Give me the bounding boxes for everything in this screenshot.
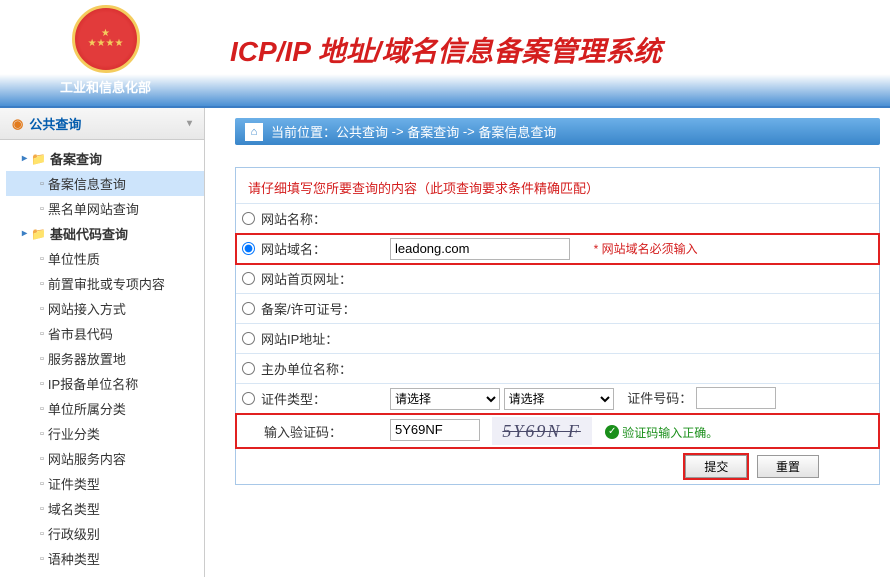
cert-type-select-2[interactable]: 请选择	[504, 388, 614, 410]
tree-item-blacklist[interactable]: ▫ 黑名单网站查询	[6, 196, 204, 221]
page-icon: ▫	[40, 428, 44, 440]
system-title: ICP/IP 地址/域名信息备案管理系统	[230, 30, 661, 70]
radio-site-domain[interactable]: 网站域名：	[242, 239, 378, 258]
chevron-down-icon: ▾	[187, 118, 192, 129]
page-icon: ▫	[40, 528, 44, 540]
nav-tree: ▸ 📁 备案查询 ▫ 备案信息查询 ▫ 黑名单网站查询 ▸ 📁 基础代码查询 ▫…	[0, 140, 204, 577]
radio-license-no[interactable]: 备案/许可证号：	[242, 299, 378, 318]
captcha-label: 输入验证码：	[264, 425, 342, 440]
tree-item-filing-info[interactable]: ▫ 备案信息查询	[6, 171, 204, 196]
radio-home-url[interactable]: 网站首页网址：	[242, 269, 378, 288]
cert-no-label: 证件号码：	[627, 391, 692, 406]
tree-item-server-location[interactable]: ▫服务器放置地	[6, 346, 204, 371]
instruction-text: 请仔细填写您所要查询的内容（此项查询要求条件精确匹配）	[236, 168, 879, 203]
tree-item-industry[interactable]: ▫行业分类	[6, 421, 204, 446]
tree-item-service-content[interactable]: ▫网站服务内容	[6, 446, 204, 471]
radio-host-unit[interactable]: 主办单位名称：	[242, 359, 378, 378]
query-panel: 请仔细填写您所要查询的内容（此项查询要求条件精确匹配） 网站名称： 网站域名： …	[235, 167, 880, 485]
required-note: * 网站域名必须输入	[594, 242, 698, 256]
crumb-info[interactable]: 备案信息查询	[478, 122, 556, 141]
tree-item-admin-level[interactable]: ▫行政级别	[6, 521, 204, 546]
cert-type-select-1[interactable]: 请选择	[390, 388, 500, 410]
tree-item-ip-unit[interactable]: ▫IP报备单位名称	[6, 371, 204, 396]
tree-item-cert-type[interactable]: ▫证件类型	[6, 471, 204, 496]
page-icon: ▫	[40, 378, 44, 390]
tree-item-access-method[interactable]: ▫网站接入方式	[6, 296, 204, 321]
radio-site-name[interactable]: 网站名称：	[242, 209, 378, 228]
sidebar-header[interactable]: ◉ 公共查询 ▾	[0, 108, 204, 140]
captcha-ok: ✓ 验证码输入正确。	[605, 424, 718, 441]
page-icon: ▫	[40, 203, 44, 215]
captcha-image[interactable]: 5Y69N F	[492, 417, 592, 445]
tree-item-region-code[interactable]: ▫省市县代码	[6, 321, 204, 346]
page-icon: ▫	[40, 253, 44, 265]
tree-item-unit-category[interactable]: ▫单位所属分类	[6, 396, 204, 421]
site-domain-input[interactable]	[390, 238, 570, 260]
national-emblem: ★★★★★ 工业和信息化部	[60, 5, 151, 96]
tree-group-base-code[interactable]: ▸ 📁 基础代码查询	[6, 221, 204, 246]
ministry-name: 工业和信息化部	[60, 77, 151, 96]
tree-group-filing-query[interactable]: ▸ 📁 备案查询	[6, 146, 204, 171]
sidebar-title: 公共查询	[29, 114, 81, 133]
check-icon: ✓	[605, 425, 619, 439]
folder-icon: 📁	[31, 152, 46, 166]
page-icon: ▫	[40, 503, 44, 515]
captcha-input[interactable]	[390, 419, 480, 441]
page-icon: ▫	[40, 403, 44, 415]
arrow-icon: ▸	[22, 153, 27, 164]
tree-item-language[interactable]: ▫语种类型	[6, 546, 204, 571]
arrow-icon: ▸	[22, 228, 27, 239]
submit-button[interactable]: 提交	[685, 455, 747, 478]
reset-button[interactable]: 重置	[757, 455, 819, 478]
collapse-icon: ◉	[12, 116, 23, 132]
home-icon[interactable]: ⌂	[245, 123, 263, 141]
cert-no-input[interactable]	[696, 387, 776, 409]
page-icon: ▫	[40, 353, 44, 365]
radio-cert-type[interactable]: 证件类型：	[242, 389, 378, 408]
page-icon: ▫	[40, 453, 44, 465]
page-icon: ▫	[40, 553, 44, 565]
tree-item-unit-nature[interactable]: ▫单位性质	[6, 246, 204, 271]
page-icon: ▫	[40, 178, 44, 190]
emblem-icon: ★★★★★	[72, 5, 140, 73]
folder-icon: 📁	[31, 227, 46, 241]
sidebar: ◉ 公共查询 ▾ ▸ 📁 备案查询 ▫ 备案信息查询 ▫ 黑名单网站查询 ▸ 📁…	[0, 108, 205, 577]
page-icon: ▫	[40, 303, 44, 315]
page-icon: ▫	[40, 328, 44, 340]
crumb-public[interactable]: 公共查询	[336, 122, 388, 141]
radio-ip[interactable]: 网站IP地址：	[242, 329, 378, 348]
crumb-filing[interactable]: 备案查询	[407, 122, 459, 141]
tree-item-pre-approval[interactable]: ▫前置审批或专项内容	[6, 271, 204, 296]
page-icon: ▫	[40, 478, 44, 490]
breadcrumb: ⌂ 当前位置： 公共查询 -> 备案查询 -> 备案信息查询	[235, 118, 880, 145]
page-icon: ▫	[40, 278, 44, 290]
